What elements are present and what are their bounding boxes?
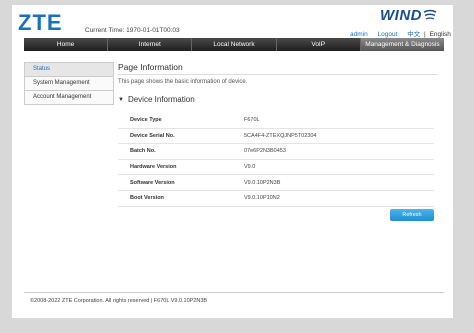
row-label: Software Version: [130, 179, 175, 186]
top-links: admin Logout 中文 | English: [350, 28, 459, 38]
nav-voip[interactable]: VoIP: [277, 38, 361, 51]
logout-link[interactable]: Logout: [378, 31, 398, 38]
page: ZTE Current Time: 1970-01-01T00:03 WIND …: [0, 0, 474, 333]
sidebar-item-account-management[interactable]: Account Management: [25, 91, 113, 104]
table-row: Hardware Version V9.0: [118, 160, 434, 176]
row-value: V9.0.10P10N2: [244, 195, 280, 202]
nav-internet[interactable]: Internet: [108, 38, 193, 51]
row-value: V9.0: [244, 164, 256, 171]
row-label: Device Serial No.: [130, 132, 175, 139]
nav-home[interactable]: Home: [24, 38, 109, 51]
row-value: 5CA4F4-ZTEXQJNP5T02304: [244, 132, 317, 139]
main-nav: Home Internet Local Network VoIP Managem…: [24, 38, 445, 51]
current-time: Current Time: 1970-01-01T00:03: [85, 27, 180, 34]
table-row: Device Type F670L: [118, 113, 434, 129]
page-description: This page shows the basic information of…: [118, 79, 248, 85]
row-value: 07e6P2N3B0453: [244, 148, 286, 155]
sidebar-item-system-management[interactable]: System Management: [25, 77, 113, 91]
collapse-triangle-icon[interactable]: ▼: [118, 97, 124, 103]
section-title: Device Information: [127, 95, 195, 104]
page-title: Page Information: [118, 62, 438, 75]
row-label: Device Type: [130, 117, 162, 124]
refresh-button[interactable]: Refresh: [390, 209, 434, 221]
nav-local-network[interactable]: Local Network: [192, 38, 277, 51]
zte-logo: ZTE: [18, 10, 63, 35]
table-row: Batch No. 07e6P2N3B0453: [118, 144, 434, 160]
sidebar-item-status[interactable]: Status: [25, 63, 113, 77]
row-value: V9.0.10P2N3B: [244, 179, 281, 186]
english-link[interactable]: English: [430, 31, 451, 38]
row-label: Boot Version: [130, 195, 164, 202]
table-row: Boot Version V9.0.10P10N2: [118, 191, 434, 207]
main-content: Page Information This page shows the bas…: [118, 62, 444, 104]
wind-logo: WIND: [380, 7, 422, 24]
table-row: Software Version V9.0.10P2N3B: [118, 175, 434, 191]
sidebar: Status System Management Account Managem…: [24, 62, 114, 105]
footer-divider: [24, 292, 444, 293]
footer-copyright: ©2008-2022 ZTE Corporation. All rights r…: [30, 298, 208, 304]
wind-swirl-icon: [423, 9, 437, 20]
device-info-table: Device Type F670L Device Serial No. 5CA4…: [118, 113, 434, 207]
lang-separator: |: [424, 31, 426, 38]
table-row: Device Serial No. 5CA4F4-ZTEXQJNP5T02304: [118, 129, 434, 145]
admin-link[interactable]: admin: [350, 31, 368, 38]
row-label: Batch No.: [130, 148, 156, 155]
section-header[interactable]: ▼ Device Information: [118, 95, 444, 104]
row-label: Hardware Version: [130, 164, 177, 171]
chinese-link[interactable]: 中文: [407, 31, 420, 38]
row-value: F670L: [244, 117, 260, 124]
nav-management-diagnosis[interactable]: Management & Diagnosis: [360, 38, 445, 51]
